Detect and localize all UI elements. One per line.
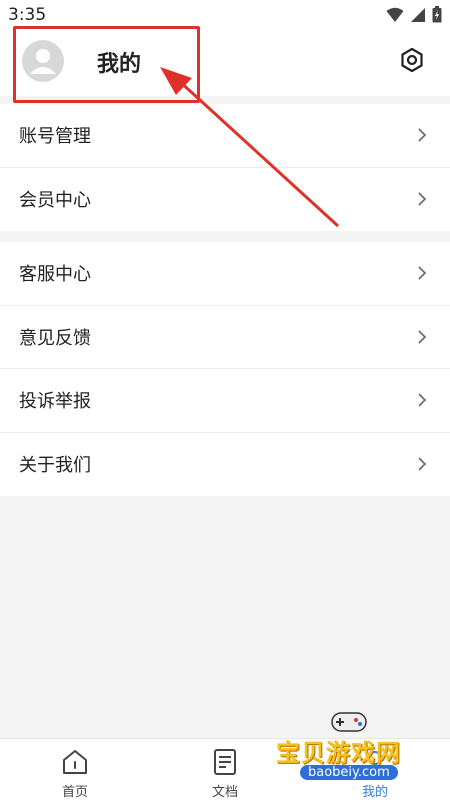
chevron-right-icon (418, 330, 427, 344)
tab-home[interactable]: 首页 (25, 739, 125, 800)
bottom-tab-bar: 首页 文档 我的 (0, 738, 450, 800)
menu-item-label: 投诉举报 (19, 391, 91, 413)
tab-label: 首页 (61, 785, 88, 800)
profile-header: 我的 (0, 30, 450, 96)
menu-item-label: 客服中心 (19, 264, 91, 286)
chevron-right-icon (418, 393, 427, 407)
menu-item-label: 意见反馈 (19, 327, 91, 349)
menu-item-complaint[interactable]: 投诉举报 (0, 369, 450, 433)
menu-item-feedback[interactable]: 意见反馈 (0, 306, 450, 369)
avatar-person-icon (30, 49, 56, 74)
tab-docs[interactable]: 文档 (175, 739, 275, 800)
menu-item-account[interactable]: 账号管理 (0, 104, 450, 168)
settings-button[interactable] (398, 46, 426, 74)
tab-label: 我的 (361, 785, 388, 800)
page-title: 我的 (97, 52, 142, 77)
battery-icon (432, 6, 442, 23)
account-group: 账号管理 会员中心 (0, 104, 450, 231)
signal-icon (411, 7, 425, 22)
menu-item-customer-service[interactable]: 客服中心 (0, 242, 450, 306)
user-avatar[interactable] (22, 40, 64, 82)
document-icon (214, 749, 236, 775)
wifi-icon (386, 7, 404, 22)
status-bar: 3:35 (0, 0, 450, 30)
user-icon (364, 751, 386, 775)
chevron-right-icon (418, 457, 427, 471)
tab-mine[interactable]: 我的 (325, 739, 425, 800)
status-time: 3:35 (8, 5, 47, 25)
home-icon (63, 750, 87, 774)
status-icons (386, 6, 442, 23)
gear-icon (401, 47, 423, 73)
menu-item-about[interactable]: 关于我们 (0, 433, 450, 497)
menu-item-label: 账号管理 (19, 126, 91, 148)
tab-label: 文档 (211, 785, 238, 800)
support-group: 客服中心 意见反馈 投诉举报 关于我们 (0, 242, 450, 496)
chevron-right-icon (418, 128, 427, 142)
menu-item-label: 会员中心 (19, 190, 91, 212)
menu-item-label: 关于我们 (19, 455, 91, 477)
menu-item-vip[interactable]: 会员中心 (0, 168, 450, 232)
chevron-right-icon (418, 192, 427, 206)
gamepad-icon (331, 712, 367, 732)
chevron-right-icon (418, 266, 427, 280)
